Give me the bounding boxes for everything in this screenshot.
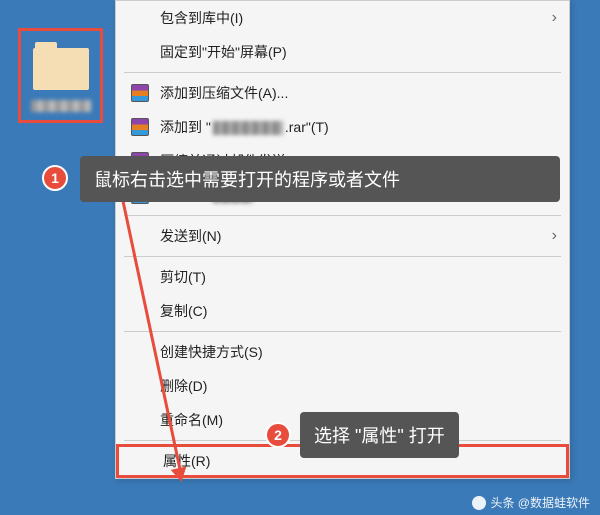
menu-label: 删除(D) (160, 376, 557, 396)
text: M) (207, 412, 223, 428)
folder-icon (33, 48, 89, 90)
menu-delete[interactable]: 删除(D) (116, 369, 569, 403)
menu-send-to[interactable]: 发送到(N) › (116, 219, 569, 253)
folder-label (31, 100, 91, 112)
text: .rar"(T) (285, 119, 329, 135)
menu-include-library[interactable]: 包含到库中(I) › (116, 1, 569, 35)
text: 重命 (160, 412, 188, 428)
blurred-text (213, 121, 283, 135)
watermark-icon (472, 496, 486, 510)
watermark: 头条 @数据蛙软件 (472, 494, 590, 511)
separator (124, 72, 561, 73)
watermark-text: 头条 @数据蛙软件 (490, 494, 590, 511)
separator (124, 256, 561, 257)
separator (124, 331, 561, 332)
annotation-arrow-head (171, 466, 190, 483)
chevron-right-icon: › (552, 227, 557, 245)
menu-label: 创建快捷方式(S) (160, 342, 557, 362)
menu-label: 剪切(T) (160, 267, 557, 287)
text: 添加到 " (160, 119, 211, 135)
menu-add-archive[interactable]: 添加到压缩文件(A)... (116, 76, 569, 110)
menu-label: 固定到"开始"屏幕(P) (160, 42, 557, 62)
annotation-tip-2: 选择 "属性" 打开 (300, 412, 459, 458)
menu-label: 添加到压缩文件(A)... (160, 83, 557, 103)
step-badge-2: 2 (265, 422, 291, 448)
desktop-folder[interactable] (18, 28, 103, 123)
chevron-right-icon: › (552, 9, 557, 27)
menu-pin-start[interactable]: 固定到"开始"屏幕(P) (116, 35, 569, 69)
menu-copy[interactable]: 复制(C) (116, 294, 569, 328)
menu-label: 添加到 " .rar"(T) (160, 117, 557, 137)
menu-cut[interactable]: 剪切(T) (116, 260, 569, 294)
menu-create-shortcut[interactable]: 创建快捷方式(S) (116, 335, 569, 369)
winrar-icon (126, 84, 154, 102)
separator (124, 215, 561, 216)
context-menu: 包含到库中(I) › 固定到"开始"屏幕(P) 添加到压缩文件(A)... 添加… (115, 0, 570, 479)
menu-label: 包含到库中(I) (160, 8, 552, 28)
menu-label: 发送到(N) (160, 226, 552, 246)
annotation-tip-1: 鼠标右击选中需要打开的程序或者文件 (80, 156, 560, 202)
menu-add-rar[interactable]: 添加到 " .rar"(T) (116, 110, 569, 144)
winrar-icon (126, 118, 154, 136)
menu-label: 复制(C) (160, 301, 557, 321)
step-badge-1: 1 (42, 165, 68, 191)
